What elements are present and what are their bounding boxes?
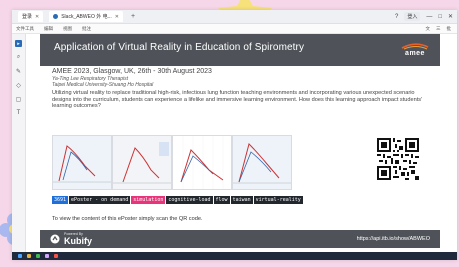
menu-item-file[interactable]: 文件工具 xyxy=(16,26,34,32)
close-window-icon[interactable]: ✕ xyxy=(448,13,453,20)
tag-item[interactable]: 3691 xyxy=(52,196,69,204)
author-affiliation: Taipei Medical University-Shuang Ho Hosp… xyxy=(52,82,154,88)
brand-name: Kubify xyxy=(64,236,92,246)
tag-item[interactable]: taiwan xyxy=(230,196,253,204)
tag-item[interactable]: cognitive-load xyxy=(166,196,213,204)
scan-instructions: To view the content of this ePoster simp… xyxy=(52,216,203,222)
tag-item[interactable]: ePoster - on demand xyxy=(69,196,131,204)
app-icon[interactable] xyxy=(45,254,49,258)
spirometry-thumbnail[interactable] xyxy=(232,135,292,190)
abstract-text: Utilizing virtual reality to replace tra… xyxy=(52,90,423,109)
logo-text: amee xyxy=(405,50,425,57)
powered-by-label: Powered By xyxy=(64,232,83,236)
menu-bar: 文件工具 编辑 视图 批注 文 三 批 xyxy=(12,24,457,34)
spirometry-thumbnail[interactable] xyxy=(52,135,112,190)
spirometry-thumbnail[interactable] xyxy=(172,135,232,190)
text-icon[interactable]: T xyxy=(17,110,21,116)
close-icon[interactable]: ✕ xyxy=(115,14,119,20)
amee-logo: amee xyxy=(396,38,434,62)
toolbar-item-annotate[interactable]: 批 xyxy=(447,26,452,32)
tag-list: 3691 ePoster - on demand simulation cogn… xyxy=(52,196,303,204)
app-icon[interactable] xyxy=(54,254,58,258)
new-tab-button[interactable]: + xyxy=(127,13,139,20)
title-bar: 登录 ✕ Slack_ABWEO 外 电... ✕ + ? 登入 — □ ✕ xyxy=(12,10,457,24)
logo-swoosh-icon xyxy=(401,43,429,50)
author-info: Ya-Ting Lee Respiratory Therapist Taipei… xyxy=(52,76,153,88)
help-icon[interactable]: ? xyxy=(395,14,398,20)
tab-login[interactable]: 登录 ✕ xyxy=(18,11,44,22)
pen-icon[interactable]: ✎ xyxy=(16,68,21,75)
kubify-logo-icon xyxy=(50,234,60,244)
qr-code-image[interactable] xyxy=(377,138,419,180)
select-icon[interactable]: ▸ xyxy=(15,40,22,47)
tag-item[interactable]: simulation xyxy=(131,196,166,204)
tab-label: Slack_ABWEO 外 电... xyxy=(61,14,112,20)
tag-item[interactable]: flow xyxy=(213,196,230,204)
maximize-icon[interactable]: □ xyxy=(438,14,442,20)
poster-footer: Powered By Kubify https://api.itb.io/sho… xyxy=(40,230,440,248)
favicon-icon xyxy=(53,14,59,19)
conference-line: AMEE 2023, Glasgow, UK, 26th - 30th Augu… xyxy=(52,68,212,75)
poster-title: Application of Virtual Reality in Educat… xyxy=(54,42,305,53)
menu-item-edit[interactable]: 编辑 xyxy=(44,26,53,32)
browser-icon[interactable] xyxy=(36,254,40,258)
tab-active[interactable]: Slack_ABWEO 外 电... ✕ xyxy=(49,11,123,22)
tab-label: 登录 xyxy=(22,14,33,20)
folder-icon[interactable] xyxy=(27,254,31,258)
menu-item-view[interactable]: 视图 xyxy=(63,26,72,32)
login-button[interactable]: 登入 xyxy=(404,12,421,21)
kubify-branding: Powered By Kubify xyxy=(40,232,92,246)
minimize-icon[interactable]: — xyxy=(426,14,432,20)
eraser-icon[interactable]: ◇ xyxy=(16,82,21,89)
poster-header: Application of Virtual Reality in Educat… xyxy=(40,34,440,66)
tag-item[interactable]: virtual-reality xyxy=(253,196,303,204)
close-icon[interactable]: ✕ xyxy=(35,14,39,20)
browser-window: 登录 ✕ Slack_ABWEO 外 电... ✕ + ? 登入 — □ ✕ 文… xyxy=(12,10,457,260)
menu-item-annotate[interactable]: 批注 xyxy=(82,26,91,32)
zoom-icon[interactable]: ⌕ xyxy=(17,54,20,61)
shape-icon[interactable]: ▢ xyxy=(16,96,22,103)
taskbar xyxy=(12,252,457,260)
toolbar-item-list[interactable]: 三 xyxy=(436,26,441,32)
poster-url[interactable]: https://api.itb.io/show/ABWEO xyxy=(357,236,440,242)
toolbar-item-text[interactable]: 文 xyxy=(426,26,431,32)
poster-image-strip xyxy=(52,135,292,190)
side-toolbar: ▸ ⌕ ✎ ◇ ▢ T xyxy=(12,34,26,260)
spirometry-thumbnail[interactable] xyxy=(112,135,172,190)
start-icon[interactable] xyxy=(18,254,22,258)
